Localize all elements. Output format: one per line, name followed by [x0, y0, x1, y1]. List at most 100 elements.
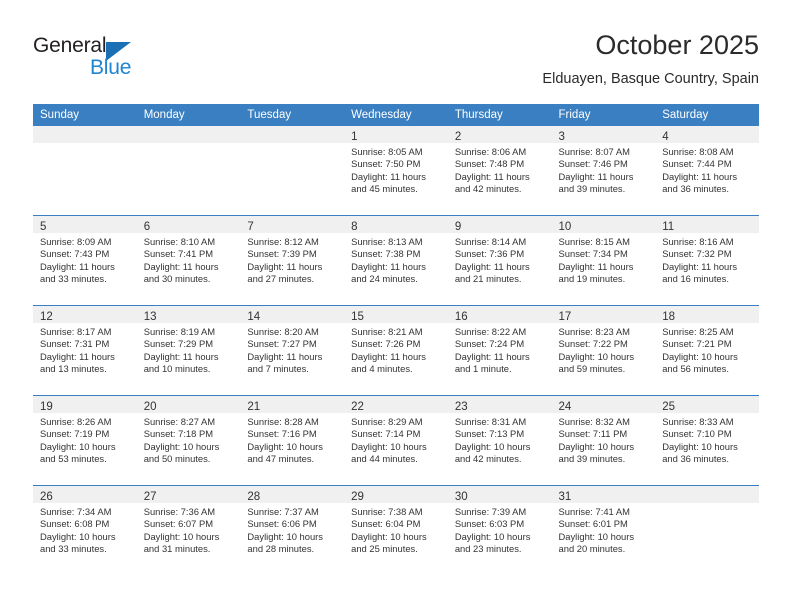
calendar-day-cell[interactable]: 25 Sunrise: 8:33 AM Sunset: 7:10 PM Dayligh… — [655, 395, 759, 486]
day-cell-inner: 14 Sunrise: 8:20 AM Sunset: 7:27 PM Dayligh… — [240, 306, 345, 395]
day-number-strip: 29 — [344, 486, 448, 503]
day-number-strip: 7 — [240, 216, 345, 233]
sunrise-text: Sunrise: 8:20 AM — [247, 326, 319, 337]
day-cell-inner: 31 Sunrise: 7:41 AM Sunset: 6:01 PM Dayligh… — [551, 486, 656, 575]
calendar-day-cell[interactable]: 27 Sunrise: 7:36 AM Sunset: 6:07 PM Dayligh… — [136, 485, 241, 575]
calendar-day-cell[interactable]: 5 Sunrise: 8:09 AM Sunset: 7:43 PM Daylight… — [33, 215, 137, 306]
day-sun-info: Sunrise: 8:06 AM Sunset: 7:48 PM Daylight:… — [448, 143, 552, 195]
sunset-text: Sunset: 7:10 PM — [662, 428, 732, 440]
sunrise-text: Sunrise: 8:32 AM — [558, 416, 630, 427]
daylight-text: Daylight: 11 hours and 7 minutes. — [247, 350, 323, 374]
daylight-text: Daylight: 11 hours and 10 minutes. — [143, 350, 219, 374]
calendar-day-cell[interactable]: 24 Sunrise: 8:32 AM Sunset: 7:11 PM Dayligh… — [551, 395, 656, 486]
day-number-strip: 26 — [33, 486, 137, 503]
daylight-text: Daylight: 10 hours and 25 minutes. — [351, 530, 427, 554]
day-sun-info: Sunrise: 7:41 AM Sunset: 6:01 PM Daylight:… — [552, 503, 656, 555]
daylight-text: Daylight: 10 hours and 44 minutes. — [351, 440, 427, 464]
sunrise-text: Sunrise: 8:13 AM — [351, 236, 423, 247]
calendar-day-cell[interactable]: 3 Sunrise: 8:07 AM Sunset: 7:46 PM Daylight… — [551, 126, 656, 216]
day-cell-inner: 7 Sunrise: 8:12 AM Sunset: 7:39 PM Daylight… — [240, 216, 345, 305]
sunset-text: Sunset: 7:32 PM — [662, 248, 732, 260]
calendar-day-cell[interactable]: 7 Sunrise: 8:12 AM Sunset: 7:39 PM Daylight… — [240, 215, 345, 306]
calendar-day-cell[interactable]: 23 Sunrise: 8:31 AM Sunset: 7:13 PM Dayligh… — [447, 395, 552, 486]
calendar-day-cell[interactable]: 17 Sunrise: 8:23 AM Sunset: 7:22 PM Dayligh… — [551, 305, 656, 396]
calendar-day-cell[interactable]: 22 Sunrise: 8:29 AM Sunset: 7:14 PM Dayligh… — [344, 395, 448, 486]
calendar-day-cell[interactable]: 21 Sunrise: 8:28 AM Sunset: 7:16 PM Dayligh… — [240, 395, 345, 486]
day-sun-info: Sunrise: 7:38 AM Sunset: 6:04 PM Daylight:… — [344, 503, 448, 555]
calendar-day-cell[interactable]: 2 Sunrise: 8:06 AM Sunset: 7:48 PM Daylight… — [447, 126, 552, 216]
day-sun-info: Sunrise: 8:26 AM Sunset: 7:19 PM Daylight:… — [33, 413, 137, 465]
day-sun-info: Sunrise: 8:19 AM Sunset: 7:29 PM Daylight:… — [137, 323, 241, 375]
day-number-strip: 2 — [447, 126, 552, 143]
sunrise-text: Sunrise: 7:39 AM — [454, 506, 527, 517]
sunrise-text: Sunrise: 7:34 AM — [40, 506, 112, 517]
sunset-text: Sunset: 6:01 PM — [558, 518, 628, 530]
day-number: 20 — [143, 401, 157, 413]
calendar-day-cell[interactable]: 31 Sunrise: 7:41 AM Sunset: 6:01 PM Dayligh… — [551, 485, 656, 575]
calendar-body: 1 Sunrise: 8:05 AM Sunset: 7:50 PM Daylight… — [33, 126, 759, 575]
day-cell-inner: 9 Sunrise: 8:14 AM Sunset: 7:36 PM Daylight… — [447, 216, 552, 305]
sunset-text: Sunset: 7:27 PM — [247, 338, 317, 350]
calendar-day-cell-empty — [33, 126, 137, 216]
calendar-day-cell[interactable]: 11 Sunrise: 8:16 AM Sunset: 7:32 PM Dayligh… — [655, 215, 759, 306]
day-number-strip: 25 — [655, 396, 759, 413]
calendar-day-cell[interactable]: 14 Sunrise: 8:20 AM Sunset: 7:27 PM Dayligh… — [240, 305, 345, 396]
day-number: 27 — [143, 491, 157, 503]
calendar-day-cell-empty — [136, 126, 241, 216]
calendar-day-cell[interactable]: 12 Sunrise: 8:17 AM Sunset: 7:31 PM Dayligh… — [33, 305, 137, 396]
weekday-header-sunday: Sunday — [33, 104, 137, 126]
calendar-day-cell[interactable]: 29 Sunrise: 7:38 AM Sunset: 6:04 PM Dayligh… — [344, 485, 448, 575]
daylight-text: Daylight: 11 hours and 1 minute. — [454, 350, 530, 374]
sunrise-text: Sunrise: 8:25 AM — [662, 326, 734, 337]
day-sun-info: Sunrise: 8:20 AM Sunset: 7:27 PM Daylight:… — [240, 323, 344, 375]
brand-logo[interactable]: General Blue — [33, 34, 233, 92]
calendar-day-cell[interactable]: 6 Sunrise: 8:10 AM Sunset: 7:41 PM Daylight… — [136, 215, 241, 306]
calendar-day-cell[interactable]: 16 Sunrise: 8:22 AM Sunset: 7:24 PM Dayligh… — [447, 305, 552, 396]
calendar-day-cell[interactable]: 13 Sunrise: 8:19 AM Sunset: 7:29 PM Dayligh… — [136, 305, 241, 396]
daylight-text: Daylight: 11 hours and 36 minutes. — [662, 170, 738, 194]
day-cell-inner: 28 Sunrise: 7:37 AM Sunset: 6:06 PM Dayligh… — [240, 486, 345, 575]
sunrise-text: Sunrise: 7:37 AM — [247, 506, 319, 517]
brand-name-blue: Blue — [90, 56, 132, 79]
day-number: 3 — [558, 131, 565, 143]
calendar-day-cell[interactable]: 15 Sunrise: 8:21 AM Sunset: 7:26 PM Dayligh… — [344, 305, 448, 396]
day-cell-inner: 4 Sunrise: 8:08 AM Sunset: 7:44 PM Daylight… — [655, 126, 759, 215]
day-number: 18 — [662, 311, 676, 323]
day-number-strip: 23 — [447, 396, 552, 413]
sunrise-text: Sunrise: 7:41 AM — [558, 506, 630, 517]
sunset-text: Sunset: 7:21 PM — [662, 338, 732, 350]
day-number: 5 — [40, 221, 47, 233]
sunset-text: Sunset: 7:24 PM — [454, 338, 525, 350]
calendar-day-cell[interactable]: 4 Sunrise: 8:08 AM Sunset: 7:44 PM Daylight… — [655, 126, 759, 216]
daylight-text: Daylight: 11 hours and 33 minutes. — [40, 260, 115, 284]
sunset-text: Sunset: 6:03 PM — [454, 518, 525, 530]
daylight-text: Daylight: 10 hours and 56 minutes. — [662, 350, 738, 374]
calendar-day-cell[interactable]: 10 Sunrise: 8:15 AM Sunset: 7:34 PM Dayligh… — [551, 215, 656, 306]
day-sun-info: Sunrise: 8:25 AM Sunset: 7:21 PM Daylight:… — [655, 323, 759, 375]
calendar-day-cell[interactable]: 9 Sunrise: 8:14 AM Sunset: 7:36 PM Daylight… — [447, 215, 552, 306]
day-number-strip: 15 — [344, 306, 448, 323]
sunrise-text: Sunrise: 8:29 AM — [351, 416, 423, 427]
daylight-text: Daylight: 10 hours and 23 minutes. — [454, 530, 531, 554]
day-sun-info: Sunrise: 8:22 AM Sunset: 7:24 PM Daylight:… — [448, 323, 552, 375]
sunrise-text: Sunrise: 8:33 AM — [662, 416, 734, 427]
day-number: 19 — [40, 401, 53, 413]
day-number: 14 — [247, 311, 261, 323]
calendar-day-cell[interactable]: 26 Sunrise: 7:34 AM Sunset: 6:08 PM Dayligh… — [33, 485, 137, 575]
calendar-day-cell[interactable]: 1 Sunrise: 8:05 AM Sunset: 7:50 PM Daylight… — [344, 126, 448, 216]
calendar-day-cell[interactable]: 30 Sunrise: 7:39 AM Sunset: 6:03 PM Dayligh… — [447, 485, 552, 575]
sunset-text: Sunset: 6:06 PM — [247, 518, 317, 530]
calendar-day-cell[interactable]: 18 Sunrise: 8:25 AM Sunset: 7:21 PM Dayligh… — [655, 305, 759, 396]
day-number-strip: 11 — [655, 216, 759, 233]
calendar-day-cell[interactable]: 8 Sunrise: 8:13 AM Sunset: 7:38 PM Daylight… — [344, 215, 448, 306]
sunrise-text: Sunrise: 8:05 AM — [351, 146, 423, 157]
calendar-day-cell[interactable]: 20 Sunrise: 8:27 AM Sunset: 7:18 PM Dayligh… — [136, 395, 241, 486]
day-cell-inner — [655, 486, 759, 575]
calendar-day-cell[interactable]: 28 Sunrise: 7:37 AM Sunset: 6:06 PM Dayligh… — [240, 485, 345, 575]
day-number-strip: 12 — [33, 306, 137, 323]
day-cell-inner: 16 Sunrise: 8:22 AM Sunset: 7:24 PM Dayligh… — [447, 306, 552, 395]
calendar-day-cell[interactable]: 19 Sunrise: 8:26 AM Sunset: 7:19 PM Dayligh… — [33, 395, 137, 486]
day-cell-inner: 27 Sunrise: 7:36 AM Sunset: 6:07 PM Dayligh… — [136, 486, 241, 575]
daylight-text: Daylight: 10 hours and 28 minutes. — [247, 530, 323, 554]
page-subtitle: Elduayen, Basque Country, Spain — [542, 71, 759, 87]
